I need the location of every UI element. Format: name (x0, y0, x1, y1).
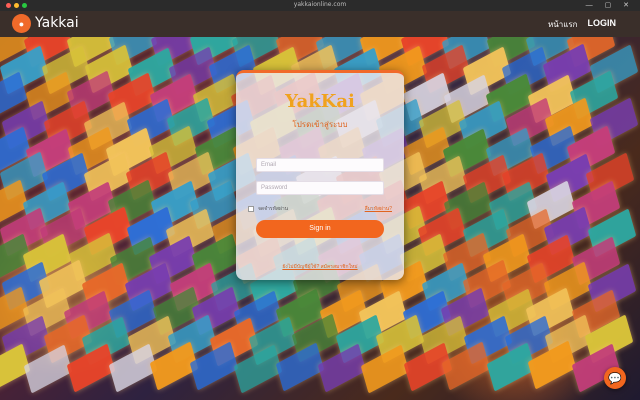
sign-in-button[interactable]: Sign in (256, 220, 384, 238)
close-window-dot[interactable] (6, 3, 11, 8)
card-logo: YakKai (285, 91, 355, 112)
forgot-password-link[interactable]: ลืมรหัสผ่าน? (365, 205, 392, 213)
maximize-window-dot[interactable] (22, 3, 27, 8)
login-card: YakKai โปรดเข้าสู่ระบบ Email Password จด… (236, 70, 404, 280)
top-navbar: ● Yakkai หน้าแรก LOGIN (0, 11, 640, 37)
nav-login-link[interactable]: LOGIN (588, 18, 617, 31)
password-field[interactable]: Password (256, 181, 384, 195)
email-field[interactable]: Email (256, 158, 384, 172)
brand-name[interactable]: Yakkai (35, 15, 79, 31)
login-subtitle: โปรดเข้าสู่ระบบ (292, 120, 348, 129)
nav-links: หน้าแรก LOGIN (548, 18, 616, 31)
register-link[interactable]: ยังไม่มีบัญชีผู้ใช้? สมัครสมาชิกใหม่ (236, 263, 404, 271)
chat-bubble-icon[interactable]: 💬 (604, 367, 626, 389)
yakkai-logo-icon[interactable]: ● (12, 14, 31, 33)
remember-me[interactable]: จดจำรหัสผ่าน (248, 205, 288, 213)
remember-checkbox[interactable] (248, 206, 254, 212)
window-controls[interactable]: — ▢ ✕ (586, 1, 634, 9)
address-bar[interactable]: yakkaionline.com (294, 1, 346, 8)
minimize-window-dot[interactable] (14, 3, 19, 8)
remember-label: จดจำรหัสผ่าน (258, 206, 289, 212)
nav-home-link[interactable]: หน้าแรก (548, 18, 578, 31)
